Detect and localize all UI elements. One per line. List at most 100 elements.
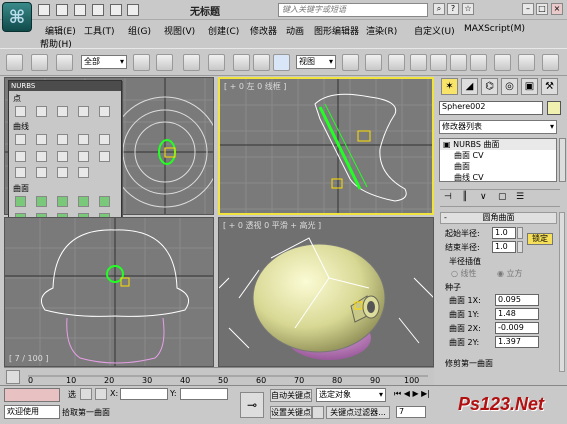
link-icon[interactable] [6, 54, 23, 71]
app-logo[interactable]: ⌘ [2, 2, 32, 32]
menu-rendering[interactable]: 渲染(R) [366, 24, 397, 37]
radio-cubic[interactable]: ◉ 立方 [497, 268, 523, 279]
key-icon[interactable]: ⊸ [240, 392, 264, 418]
stack-scrollbar[interactable] [559, 138, 566, 182]
point-tool-icon[interactable] [78, 106, 89, 117]
minimize-button[interactable]: – [522, 3, 534, 15]
radio-linear[interactable]: ○ 线性 [451, 268, 477, 279]
maxscript-listener[interactable] [4, 388, 60, 402]
start-radius-spinner[interactable] [517, 227, 523, 239]
surf1x-input[interactable]: 0.095 [495, 294, 539, 306]
search-icon[interactable]: ⌕ [433, 3, 445, 15]
curve-tool-icon[interactable] [57, 151, 68, 162]
menu-group[interactable]: 组(G) [128, 24, 151, 37]
show-end-result-icon[interactable]: ║ [462, 192, 467, 202]
point-tool-icon[interactable] [57, 106, 68, 117]
stack-item-surface-cv[interactable]: 曲面 CV [440, 150, 556, 161]
menu-customize[interactable]: 自定义(U) [414, 24, 455, 37]
surface-tool-icon[interactable] [57, 196, 68, 207]
menu-edit[interactable]: 编辑(E) [45, 24, 76, 37]
curve-tool-icon[interactable] [78, 167, 89, 178]
curve-tool-icon[interactable] [57, 134, 68, 145]
reference-coordinate-dropdown[interactable]: 视图 [296, 55, 336, 69]
utilities-tab-icon[interactable]: ⚒ [541, 78, 558, 95]
keyboard-shortcut-icon[interactable] [388, 54, 405, 71]
set-key-button[interactable]: 设置关键点 [270, 406, 312, 419]
rect-selection-icon[interactable] [183, 54, 200, 71]
menu-maxscript[interactable]: MAXScript(M) [464, 24, 525, 34]
viewport-left[interactable]: [ + 0 左 0 线框 ] [218, 77, 434, 215]
make-unique-icon[interactable]: ∨ [480, 192, 487, 202]
window-crossing-icon[interactable] [208, 54, 225, 71]
menu-graph-editors[interactable]: 图形编辑器 [314, 24, 359, 37]
modify-tab-icon[interactable]: ◢ [461, 78, 478, 95]
curve-tool-icon[interactable] [15, 134, 26, 145]
modifier-list-dropdown[interactable]: 修改器列表 [439, 120, 557, 134]
y-coordinate-field[interactable] [180, 388, 228, 400]
rotate-icon[interactable] [253, 54, 270, 71]
viewport-perspective[interactable]: [ + 0 透视 0 平滑 + 高光 ] [218, 217, 434, 367]
close-button[interactable]: × [551, 3, 563, 15]
start-radius-input[interactable]: 1.0 [492, 227, 516, 239]
pin-stack-icon[interactable]: ⊣ [444, 192, 452, 202]
curve-tool-icon[interactable] [57, 167, 68, 178]
key-mode-icon[interactable] [312, 406, 324, 419]
surface-tool-icon[interactable] [15, 196, 26, 207]
new-file-icon[interactable] [38, 4, 50, 16]
surface-tool-icon[interactable] [99, 196, 110, 207]
viewport-front[interactable]: [ 7 / 100 ] [4, 217, 214, 367]
lock-selection-icon[interactable] [80, 388, 92, 400]
viewport-left-label[interactable]: [ + 0 左 0 线框 ] [224, 81, 286, 92]
unlink-icon[interactable] [31, 54, 48, 71]
curve-tool-icon[interactable] [15, 151, 26, 162]
menu-tools[interactable]: 工具(T) [84, 24, 115, 37]
undo-icon[interactable] [91, 4, 104, 16]
timeline[interactable]: 0 10 20 30 40 50 60 70 80 90 100 [4, 367, 434, 385]
curve-tool-icon[interactable] [78, 151, 89, 162]
percent-snap-icon[interactable] [450, 54, 467, 71]
curve-tool-icon[interactable] [36, 167, 47, 178]
create-tab-icon[interactable]: ✶ [441, 78, 458, 95]
hold-icon[interactable] [127, 4, 140, 16]
pivot-center-icon[interactable] [342, 54, 359, 71]
selected-object-dropdown[interactable]: 选定对象 [316, 388, 386, 402]
snap-toggle-icon[interactable] [410, 54, 427, 71]
modifier-stack[interactable]: ▣ NURBS 曲面 曲面 CV 曲面 曲线 CV [439, 138, 557, 182]
menu-modifiers[interactable]: 修改器 [250, 24, 277, 37]
hierarchy-tab-icon[interactable]: ⌬ [481, 78, 498, 95]
select-object-icon[interactable] [133, 54, 150, 71]
menu-animation[interactable]: 动画 [286, 24, 304, 37]
end-radius-spinner[interactable] [517, 241, 523, 253]
lock-button[interactable]: 锁定 [527, 233, 553, 245]
point-tool-icon[interactable] [99, 106, 110, 117]
configure-sets-icon[interactable]: ☰ [516, 192, 524, 202]
surf2y-input[interactable]: 1.397 [495, 336, 539, 348]
point-tool-icon[interactable] [36, 106, 47, 117]
named-selection-icon[interactable] [494, 54, 511, 71]
surf1y-input[interactable]: 1.48 [495, 308, 539, 320]
curve-tool-icon[interactable] [99, 134, 110, 145]
surf2x-input[interactable]: -0.009 [495, 322, 539, 334]
object-color-swatch[interactable] [547, 101, 561, 115]
next-frame-icon[interactable]: ▶| [421, 389, 430, 398]
surface-tool-icon[interactable] [36, 196, 47, 207]
scale-icon[interactable] [273, 54, 290, 71]
end-radius-input[interactable]: 1.0 [492, 241, 516, 253]
select-manipulate-icon[interactable] [365, 54, 382, 71]
curve-tool-icon[interactable] [99, 151, 110, 162]
command-panel-scrollbar[interactable] [559, 212, 565, 372]
absolute-mode-icon[interactable] [95, 388, 107, 400]
curve-tool-icon[interactable] [15, 167, 26, 178]
display-tab-icon[interactable]: ▣ [521, 78, 538, 95]
selection-filter-dropdown[interactable]: 全部 [81, 55, 127, 69]
object-name-input[interactable]: Sphere002 [439, 101, 543, 115]
remove-modifier-icon[interactable]: ▢ [498, 192, 507, 202]
previous-frame-icon[interactable]: ◀ [404, 389, 410, 398]
star-icon[interactable]: ☆ [462, 3, 474, 15]
align-icon[interactable] [542, 54, 559, 71]
mirror-icon[interactable] [518, 54, 535, 71]
bind-space-warp-icon[interactable] [56, 54, 73, 71]
motion-tab-icon[interactable]: ◎ [501, 78, 518, 95]
key-filters-button[interactable]: 关键点过滤器... [326, 406, 390, 419]
current-frame-field[interactable]: 7 [396, 406, 426, 418]
